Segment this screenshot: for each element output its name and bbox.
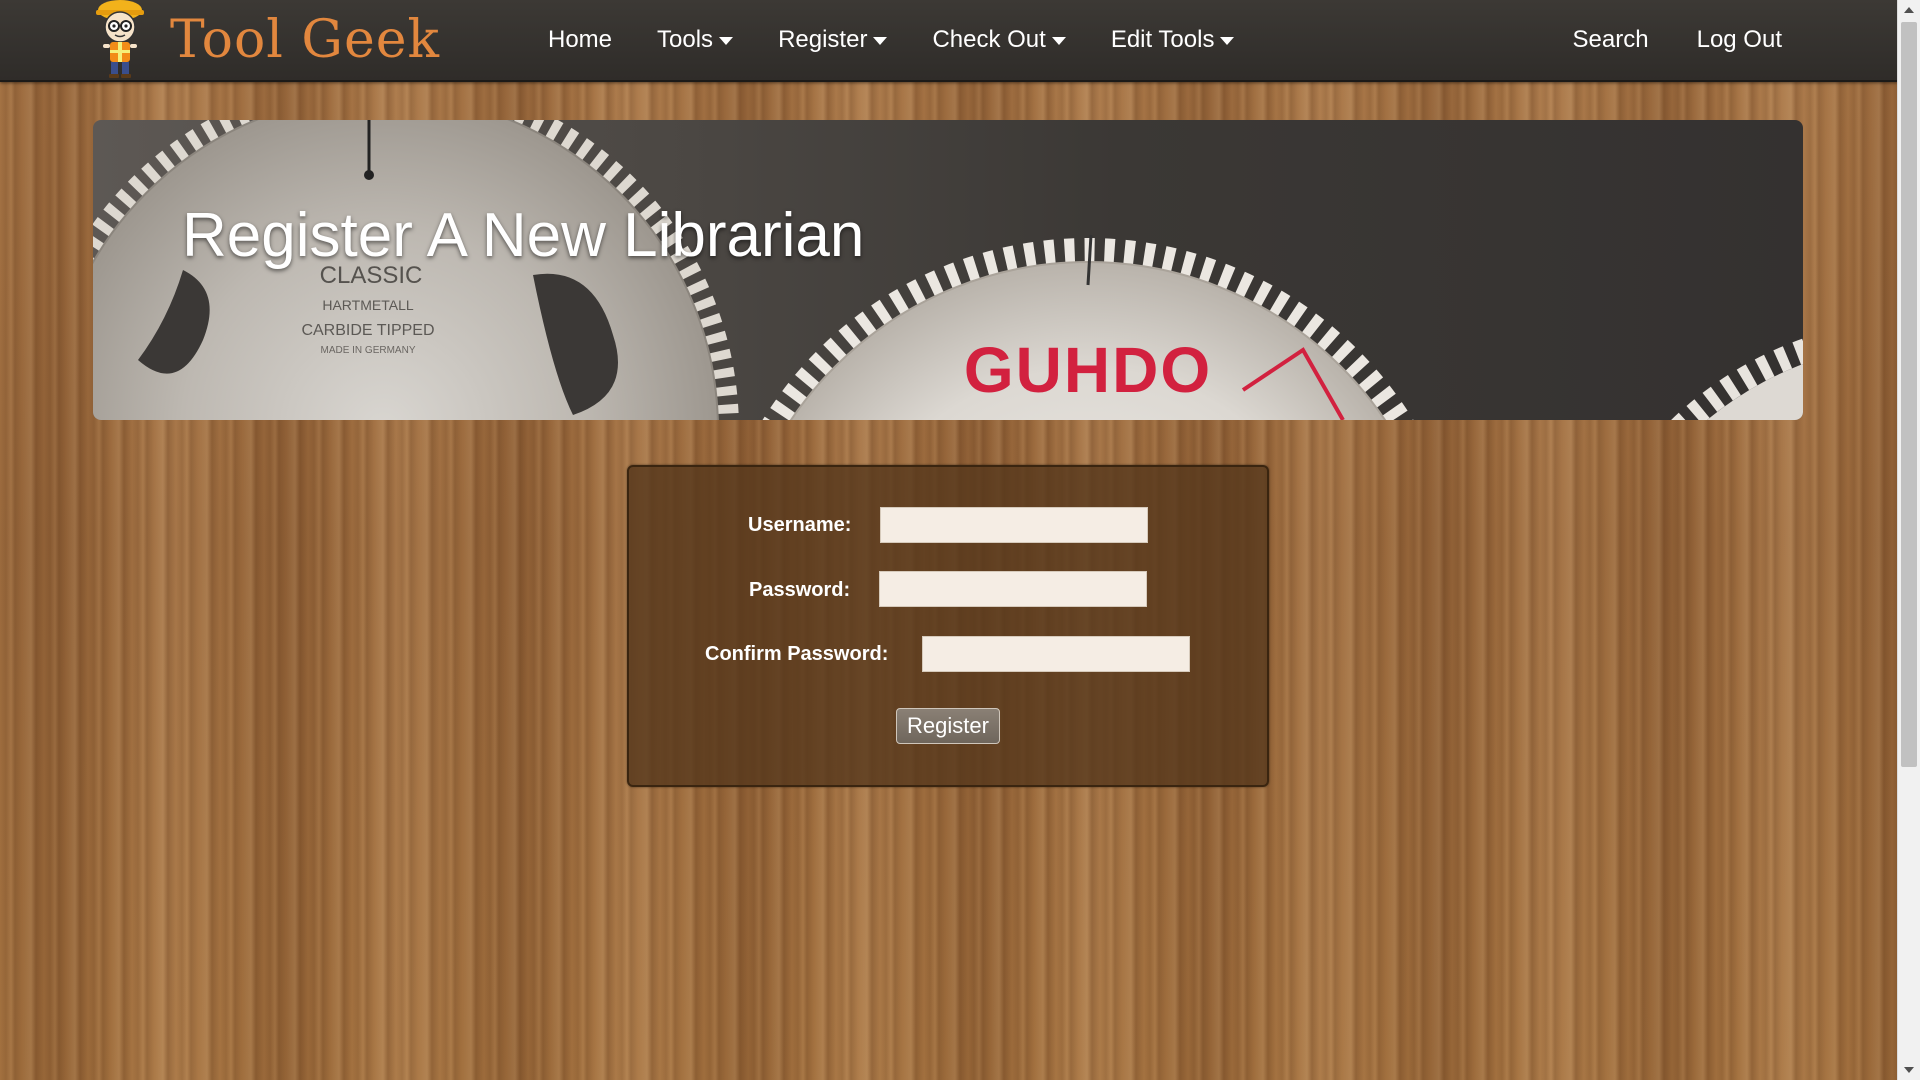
register-button[interactable]: Register [896, 708, 1000, 744]
nav-item-tools[interactable]: Tools [657, 26, 734, 54]
caret-down-icon [1220, 37, 1235, 45]
scroll-thumb[interactable] [1901, 22, 1917, 767]
username-input[interactable] [880, 507, 1148, 543]
nav-item-home[interactable]: Home [548, 26, 612, 54]
nav-item-label: Log Out [1696, 26, 1782, 53]
construction-worker-mascot-icon [96, 0, 144, 78]
username-label: Username: [748, 514, 852, 536]
nav-item-label: Edit Tools [1110, 26, 1215, 53]
nav-item-label: Register [778, 26, 868, 53]
brand-name[interactable]: Tool Geek [170, 0, 440, 80]
register-form: Username: Password: Confirm Password: Re… [627, 465, 1269, 787]
nav-item-edit-tools[interactable]: Edit Tools [1111, 26, 1235, 54]
confirm-password-label: Confirm Password: [705, 643, 889, 665]
confirm-password-input[interactable] [922, 636, 1190, 672]
page-banner: CLASSIC HARTMETALL CARBIDE TIPPED MADE I… [93, 120, 1803, 420]
nav-right: Search Log Out [1525, 0, 1782, 80]
password-label: Password: [749, 579, 851, 601]
scroll-down-arrow-icon[interactable] [1904, 1067, 1914, 1073]
top-navbar: Tool Geek Home Tools Register Check Out … [0, 0, 1898, 82]
nav-item-check-out[interactable]: Check Out [932, 26, 1066, 54]
nav-item-label: Tools [657, 26, 714, 53]
blade-text-hartmetall: HARTMETALL [322, 297, 413, 313]
nav-item-label: Search [1572, 26, 1649, 53]
caret-down-icon [1051, 37, 1066, 45]
blade-text-made-in: MADE IN GERMANY [320, 345, 415, 356]
blade-text-guhdo: GUHDO [964, 334, 1212, 406]
caret-down-icon [873, 37, 888, 45]
main-nav: Home Tools Register Check Out Edit Tools [548, 0, 1279, 80]
nav-item-search[interactable]: Search [1573, 26, 1649, 54]
nav-item-register[interactable]: Register [778, 26, 888, 54]
nav-item-label: Check Out [932, 26, 1046, 53]
password-input[interactable] [879, 571, 1147, 607]
caret-down-icon [719, 37, 734, 45]
page-title: Register A New Librarian [182, 201, 865, 270]
scroll-up-arrow-icon[interactable] [1904, 7, 1914, 13]
vertical-scrollbar[interactable] [1897, 0, 1920, 1080]
nav-item-label: Home [548, 26, 613, 53]
brand[interactable]: Tool Geek [90, 0, 440, 80]
blade-text-carbide: CARBIDE TIPPED [301, 322, 434, 339]
nav-item-log-out[interactable]: Log Out [1697, 26, 1782, 54]
